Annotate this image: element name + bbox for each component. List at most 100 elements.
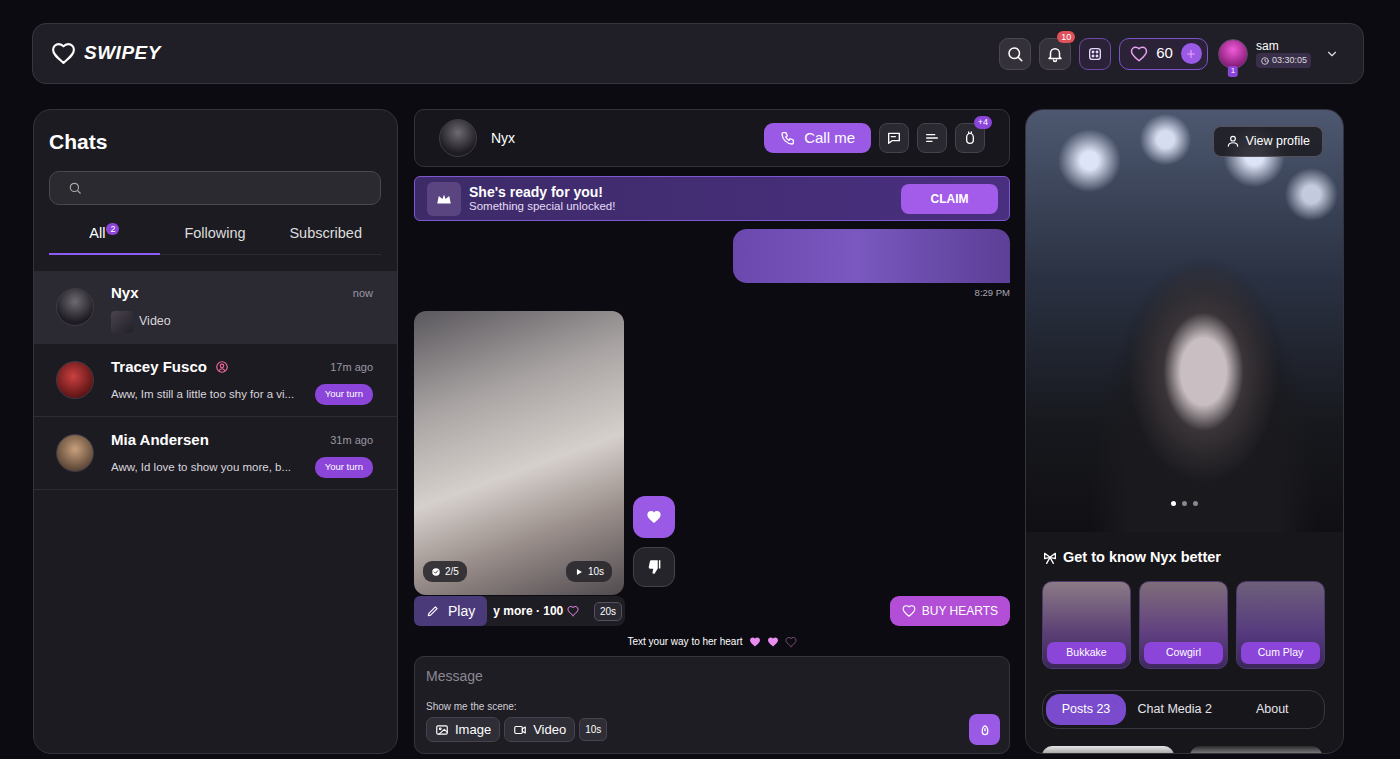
chat-tab[interactable]: All2	[49, 217, 160, 256]
chat-preview-line: Aww, Id love to show you more, b...Your …	[111, 457, 373, 477]
heart-icon	[567, 605, 579, 617]
chat-avatar	[56, 288, 94, 326]
scene-options: ImageVideo10s	[426, 717, 607, 743]
dice-icon	[1087, 46, 1103, 62]
add-hearts-button[interactable]	[1181, 43, 1202, 64]
clock-icon	[1260, 56, 1270, 66]
view-profile-label: View profile	[1246, 132, 1310, 151]
chat-item[interactable]: NyxnowVideo	[34, 271, 397, 344]
send-button[interactable]	[969, 714, 1000, 745]
posts-grid	[1042, 746, 1325, 755]
user-menu[interactable]: 1 sam03:30:05	[1218, 39, 1339, 69]
chats-title: Chats	[34, 110, 397, 158]
profile-tab[interactable]: Posts 23	[1046, 694, 1126, 725]
call-label: Call me	[804, 127, 855, 150]
scene-card[interactable]: Cowgirl	[1139, 581, 1228, 669]
post-thumbnail[interactable]	[1190, 746, 1322, 755]
notifications-button[interactable]: 10	[1039, 38, 1071, 70]
chat-avatar	[56, 434, 94, 472]
buy-hearts-label: BUY HEARTS	[922, 602, 998, 620]
carousel-dot[interactable]	[1171, 501, 1176, 506]
main-area: Chats All2 Following Subscribed NyxnowVideo T…	[33, 109, 1344, 754]
profile-tab[interactable]: Chat Media 2	[1126, 694, 1224, 725]
media-count: 2/5	[445, 564, 459, 579]
unlock-price: y more · 100	[493, 602, 579, 620]
notification-count: 10	[1057, 31, 1075, 43]
profile-tab[interactable]: About	[1224, 694, 1322, 725]
your-turn-tag: Your turn	[315, 384, 373, 404]
brand-logo[interactable]: SWIPEY	[51, 39, 161, 68]
claim-button[interactable]: CLAIM	[901, 184, 998, 214]
chat-preview-line: Aww, Im still a little too shy for a vi.…	[111, 384, 373, 404]
user-icon	[1226, 134, 1240, 148]
sent-message: 8:29 PM	[414, 229, 1010, 300]
search-button[interactable]	[999, 38, 1031, 70]
media-thumbnail	[111, 311, 133, 333]
chat-preview-line: Video	[111, 311, 373, 333]
chat-item-header: Mia Andersen31m ago	[111, 429, 373, 452]
send-icon	[977, 722, 993, 738]
scene-card[interactable]: Bukkake	[1042, 581, 1131, 669]
blurred-message-bubble	[733, 229, 1010, 283]
timer-text: 03:30:05	[1272, 54, 1307, 68]
search-input[interactable]	[90, 177, 366, 199]
unlock-bar: Play y more · 100 20s	[414, 596, 625, 626]
session-timer: 03:30:05	[1256, 53, 1311, 69]
unlock-price-text: y more · 100	[493, 602, 563, 620]
message-input[interactable]	[426, 666, 1000, 687]
unlock-row: Play y more · 100 20s BUY HEARTS	[414, 596, 1010, 626]
like-button[interactable]	[633, 496, 675, 538]
heading-text: Get to know Nyx better	[1063, 547, 1221, 569]
pen-icon	[426, 604, 440, 618]
carousel-dot[interactable]	[1193, 501, 1198, 506]
chat-preview: Aww, Id love to show you more, b...	[111, 459, 309, 476]
play-icon	[574, 567, 584, 577]
play-button[interactable]: Play	[414, 596, 487, 626]
chat-options-button[interactable]	[879, 123, 909, 153]
tab-label: Following	[184, 225, 245, 241]
scene-image-button[interactable]: Image	[426, 717, 500, 743]
call-button[interactable]: Call me	[764, 123, 871, 153]
composer-actions: ImageVideo10s	[426, 714, 1000, 745]
media-duration-text: 10s	[588, 564, 604, 579]
scene-card[interactable]: Cum Play	[1236, 581, 1325, 669]
check-icon	[431, 567, 441, 577]
random-button[interactable]	[1079, 38, 1111, 70]
profile-photo[interactable]: View profile	[1026, 110, 1343, 532]
chat-time: 31m ago	[330, 432, 373, 449]
thumbs-down-icon	[645, 558, 663, 576]
chat-search[interactable]	[49, 171, 381, 205]
tab-label: All	[89, 225, 105, 241]
verified-creator-icon	[215, 360, 229, 374]
view-profile-button[interactable]: View profile	[1213, 126, 1323, 157]
user-info: sam03:30:05	[1256, 39, 1311, 69]
chat-item-body: Tracey Fusco17m agoAww, Im still a littl…	[111, 356, 373, 405]
contact-info[interactable]: Nyx	[439, 119, 515, 157]
scene-label: Show me the scene:	[426, 699, 1000, 714]
scene-option-label: Image	[455, 720, 491, 740]
post-thumbnail[interactable]	[1042, 746, 1174, 755]
tab-badge: 2	[106, 223, 119, 236]
hint-text: Text your way to her heart	[627, 634, 742, 649]
chat-name-line: Tracey Fusco	[111, 356, 229, 379]
filters-button[interactable]	[917, 123, 947, 153]
hearts-balance[interactable]: 60	[1119, 38, 1208, 70]
contact-avatar[interactable]	[439, 119, 477, 157]
carousel-dot[interactable]	[1182, 501, 1187, 506]
gifts-button[interactable]: +4	[955, 123, 985, 153]
chat-item[interactable]: Mia Andersen31m ago Aww, Id love to show …	[34, 417, 397, 490]
gifts-badge: +4	[974, 116, 992, 129]
scene-video-button[interactable]: Video	[504, 717, 575, 743]
dislike-button[interactable]	[633, 547, 675, 587]
buy-hearts-button[interactable]: BUY HEARTS	[890, 596, 1010, 626]
user-avatar[interactable]: 1	[1218, 39, 1248, 69]
media-preview[interactable]: 2/5 10s	[414, 311, 624, 595]
chat-tab[interactable]: Following	[160, 217, 271, 256]
chat-tab[interactable]: Subscribed	[270, 217, 381, 256]
top-bar: SWIPEY 10 60 1 sam03:30:05	[32, 23, 1364, 84]
banner-copy: She's ready for you!Something special un…	[469, 184, 615, 214]
unlock-timer: 20s	[594, 602, 622, 621]
list-icon	[924, 130, 940, 146]
chat-item[interactable]: Tracey Fusco17m agoAww, Im still a littl…	[34, 344, 397, 417]
chat-preview: Aww, Im still a little too shy for a vi.…	[111, 386, 309, 403]
